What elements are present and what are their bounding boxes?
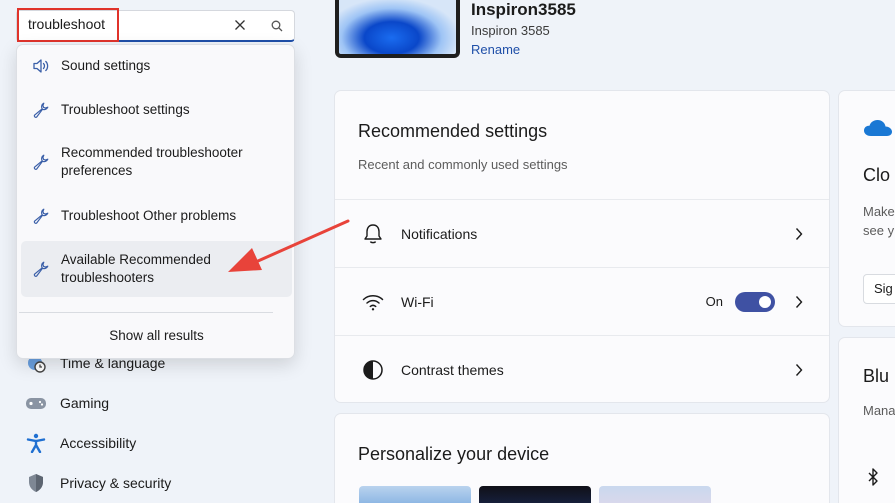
wrench-icon <box>30 102 52 118</box>
notifications-row[interactable]: Notifications <box>335 199 829 267</box>
chevron-right-icon <box>791 295 807 309</box>
search-result-troubleshoot-settings[interactable]: Troubleshoot settings <box>21 95 292 125</box>
search-box[interactable]: troubleshoot <box>16 8 295 42</box>
search-result-sound-settings[interactable]: Sound settings <box>21 51 292 81</box>
theme-thumbnail-light[interactable] <box>359 486 471 503</box>
wrench-icon <box>30 208 52 224</box>
wifi-toggle[interactable] <box>735 291 775 312</box>
notifications-label: Notifications <box>401 225 478 242</box>
theme-thumbnail-glow[interactable] <box>599 486 711 503</box>
search-result-available-recommended-troubleshooters[interactable]: Available Recommended troubleshooters <box>21 241 292 297</box>
search-result-label: Troubleshoot Other problems <box>61 208 237 223</box>
recommended-settings-subtitle: Recent and commonly used settings <box>358 157 568 172</box>
close-icon[interactable] <box>234 18 246 36</box>
personalize-title: Personalize your device <box>358 444 550 464</box>
theme-thumbnail-dark[interactable] <box>479 486 591 503</box>
device-model: Inspiron 3585 <box>471 23 550 38</box>
sidebar-item-label: Gaming <box>60 395 110 411</box>
onedrive-card-text-line2: see y <box>863 223 895 238</box>
sidebar-item-privacy-security[interactable]: Privacy & security <box>24 468 171 498</box>
search-result-label: Sound settings <box>61 58 151 73</box>
bluetooth-icon <box>867 468 879 491</box>
show-all-results-link[interactable]: Show all results <box>17 328 296 343</box>
wrench-icon <box>30 261 52 277</box>
sidebar-item-accessibility[interactable]: Accessibility <box>24 428 136 458</box>
search-results-dropdown: Sound settings Troubleshoot settings Rec… <box>16 44 295 359</box>
wifi-icon <box>360 293 386 311</box>
search-input[interactable]: troubleshoot <box>17 8 119 42</box>
accessibility-icon <box>24 433 48 453</box>
wrench-icon <box>30 154 52 170</box>
search-result-label: Recommended troubleshooter preferences <box>61 145 243 178</box>
chevron-right-icon <box>791 227 807 241</box>
bluetooth-card-title: Blu <box>863 366 890 386</box>
personalize-card: Personalize your device <box>334 413 830 503</box>
rename-link[interactable]: Rename <box>471 42 520 57</box>
onedrive-card-text-line1: Make <box>863 204 895 219</box>
search-result-troubleshoot-other-problems[interactable]: Troubleshoot Other problems <box>21 201 292 231</box>
chevron-right-icon <box>791 363 807 377</box>
search-result-label: Troubleshoot settings <box>61 102 190 117</box>
sidebar-item-label: Accessibility <box>60 435 137 451</box>
shield-icon <box>24 473 48 493</box>
device-name: Inspiron3585 <box>471 0 576 19</box>
device-wallpaper-thumbnail <box>335 0 460 58</box>
gamepad-icon <box>24 395 48 411</box>
bluetooth-card: Blu Mana <box>838 337 895 503</box>
wifi-row[interactable]: Wi-Fi On <box>335 267 829 335</box>
cloud-icon <box>863 119 893 142</box>
speaker-icon <box>30 58 52 74</box>
recommended-settings-card: Recommended settings Recent and commonly… <box>334 90 830 403</box>
recommended-settings-title: Recommended settings <box>358 121 548 141</box>
onedrive-card: Clo Make see y Sig <box>838 90 895 327</box>
results-divider <box>19 312 273 313</box>
contrast-themes-row[interactable]: Contrast themes <box>335 335 829 403</box>
sidebar-item-label: Privacy & security <box>60 475 172 491</box>
search-result-recommended-troubleshooter-preferences[interactable]: Recommended troubleshooter preferences <box>21 139 292 185</box>
contrast-themes-label: Contrast themes <box>401 361 504 378</box>
wifi-status-text: On <box>705 294 723 309</box>
search-icon[interactable] <box>271 19 283 37</box>
contrast-icon <box>360 359 386 381</box>
onedrive-sign-in-button[interactable]: Sig <box>863 274 895 304</box>
bell-icon <box>360 223 386 245</box>
bluetooth-card-text: Mana <box>863 403 895 418</box>
search-result-label: Available Recommended troubleshooters <box>61 252 211 285</box>
sidebar-item-gaming[interactable]: Gaming <box>24 388 109 418</box>
onedrive-card-title: Clo <box>863 165 891 185</box>
wifi-label: Wi-Fi <box>401 293 434 310</box>
